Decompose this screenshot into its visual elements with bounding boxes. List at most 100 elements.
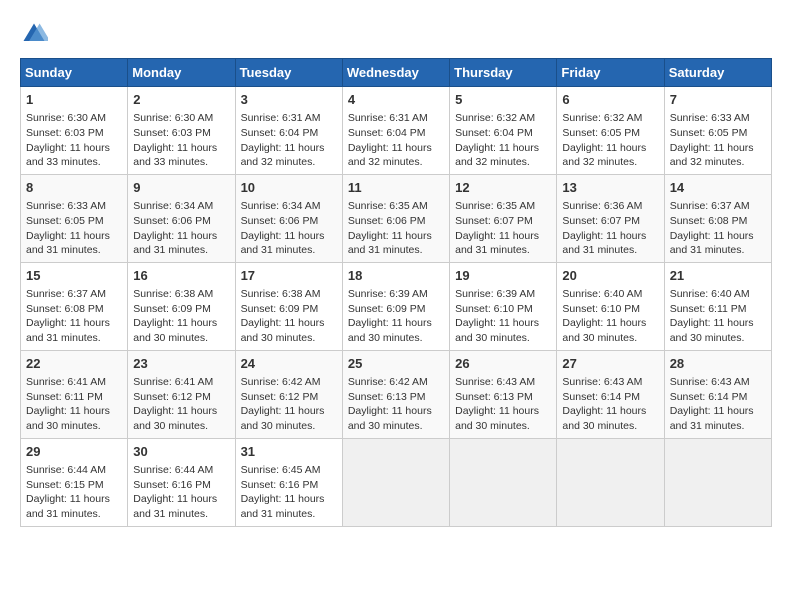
- day-info: Sunset: 6:16 PM: [241, 478, 337, 493]
- day-number: 14: [670, 179, 766, 197]
- day-info: Daylight: 11 hours: [26, 404, 122, 419]
- day-info: Sunrise: 6:33 AM: [26, 199, 122, 214]
- calendar-cell: 10Sunrise: 6:34 AMSunset: 6:06 PMDayligh…: [235, 174, 342, 262]
- day-number: 21: [670, 267, 766, 285]
- day-info: and 31 minutes.: [348, 243, 444, 258]
- day-info: Sunset: 6:04 PM: [348, 126, 444, 141]
- calendar-cell: 28Sunrise: 6:43 AMSunset: 6:14 PMDayligh…: [664, 350, 771, 438]
- day-info: Daylight: 11 hours: [26, 141, 122, 156]
- day-info: Daylight: 11 hours: [348, 229, 444, 244]
- day-info: Daylight: 11 hours: [241, 404, 337, 419]
- calendar-cell: 16Sunrise: 6:38 AMSunset: 6:09 PMDayligh…: [128, 262, 235, 350]
- day-number: 29: [26, 443, 122, 461]
- day-info: Sunrise: 6:32 AM: [455, 111, 551, 126]
- day-number: 30: [133, 443, 229, 461]
- calendar-cell: 21Sunrise: 6:40 AMSunset: 6:11 PMDayligh…: [664, 262, 771, 350]
- day-info: Daylight: 11 hours: [455, 141, 551, 156]
- day-info: and 32 minutes.: [455, 155, 551, 170]
- day-info: Sunrise: 6:41 AM: [133, 375, 229, 390]
- day-info: and 31 minutes.: [455, 243, 551, 258]
- day-info: Daylight: 11 hours: [241, 316, 337, 331]
- calendar-cell: 31Sunrise: 6:45 AMSunset: 6:16 PMDayligh…: [235, 438, 342, 526]
- calendar-cell: 7Sunrise: 6:33 AMSunset: 6:05 PMDaylight…: [664, 87, 771, 175]
- day-info: Sunset: 6:12 PM: [133, 390, 229, 405]
- day-info: and 31 minutes.: [670, 419, 766, 434]
- day-info: Sunrise: 6:36 AM: [562, 199, 658, 214]
- day-info: Daylight: 11 hours: [241, 141, 337, 156]
- day-number: 12: [455, 179, 551, 197]
- day-info: Sunset: 6:06 PM: [348, 214, 444, 229]
- day-info: Sunset: 6:07 PM: [455, 214, 551, 229]
- day-info: and 31 minutes.: [241, 243, 337, 258]
- day-info: Sunrise: 6:30 AM: [26, 111, 122, 126]
- calendar-cell: 27Sunrise: 6:43 AMSunset: 6:14 PMDayligh…: [557, 350, 664, 438]
- day-info: Sunset: 6:06 PM: [241, 214, 337, 229]
- day-number: 7: [670, 91, 766, 109]
- day-info: Daylight: 11 hours: [133, 229, 229, 244]
- day-info: and 33 minutes.: [133, 155, 229, 170]
- day-info: and 30 minutes.: [348, 331, 444, 346]
- calendar-cell: 3Sunrise: 6:31 AMSunset: 6:04 PMDaylight…: [235, 87, 342, 175]
- day-info: and 33 minutes.: [26, 155, 122, 170]
- weekday-header-tuesday: Tuesday: [235, 59, 342, 87]
- day-info: Sunset: 6:10 PM: [562, 302, 658, 317]
- day-info: and 31 minutes.: [670, 243, 766, 258]
- day-number: 31: [241, 443, 337, 461]
- day-info: Sunrise: 6:45 AM: [241, 463, 337, 478]
- day-info: Sunset: 6:04 PM: [455, 126, 551, 141]
- calendar-cell: 12Sunrise: 6:35 AMSunset: 6:07 PMDayligh…: [450, 174, 557, 262]
- day-info: and 30 minutes.: [26, 419, 122, 434]
- calendar-cell: 2Sunrise: 6:30 AMSunset: 6:03 PMDaylight…: [128, 87, 235, 175]
- day-info: Sunset: 6:08 PM: [670, 214, 766, 229]
- day-info: Sunset: 6:07 PM: [562, 214, 658, 229]
- day-info: Daylight: 11 hours: [133, 141, 229, 156]
- day-info: and 32 minutes.: [670, 155, 766, 170]
- day-number: 6: [562, 91, 658, 109]
- day-info: Sunrise: 6:39 AM: [455, 287, 551, 302]
- day-info: Sunset: 6:13 PM: [455, 390, 551, 405]
- day-info: Sunrise: 6:39 AM: [348, 287, 444, 302]
- day-info: and 31 minutes.: [26, 331, 122, 346]
- day-info: Daylight: 11 hours: [455, 229, 551, 244]
- day-info: Daylight: 11 hours: [562, 316, 658, 331]
- day-info: Daylight: 11 hours: [670, 141, 766, 156]
- day-info: and 31 minutes.: [241, 507, 337, 522]
- day-info: and 32 minutes.: [241, 155, 337, 170]
- day-info: Daylight: 11 hours: [133, 492, 229, 507]
- day-info: Sunset: 6:09 PM: [348, 302, 444, 317]
- day-info: Sunset: 6:05 PM: [670, 126, 766, 141]
- day-info: Daylight: 11 hours: [562, 404, 658, 419]
- day-number: 22: [26, 355, 122, 373]
- calendar-cell: 25Sunrise: 6:42 AMSunset: 6:13 PMDayligh…: [342, 350, 449, 438]
- day-info: Sunset: 6:09 PM: [133, 302, 229, 317]
- day-info: and 30 minutes.: [455, 331, 551, 346]
- day-number: 11: [348, 179, 444, 197]
- day-number: 13: [562, 179, 658, 197]
- calendar-cell: 11Sunrise: 6:35 AMSunset: 6:06 PMDayligh…: [342, 174, 449, 262]
- day-number: 18: [348, 267, 444, 285]
- day-info: Sunset: 6:15 PM: [26, 478, 122, 493]
- calendar-cell: 20Sunrise: 6:40 AMSunset: 6:10 PMDayligh…: [557, 262, 664, 350]
- day-info: and 30 minutes.: [670, 331, 766, 346]
- day-info: Sunset: 6:11 PM: [670, 302, 766, 317]
- calendar-cell: 9Sunrise: 6:34 AMSunset: 6:06 PMDaylight…: [128, 174, 235, 262]
- day-info: and 30 minutes.: [133, 419, 229, 434]
- day-info: Sunrise: 6:43 AM: [670, 375, 766, 390]
- day-info: Sunrise: 6:30 AM: [133, 111, 229, 126]
- day-info: Sunrise: 6:43 AM: [562, 375, 658, 390]
- day-info: Daylight: 11 hours: [133, 404, 229, 419]
- day-info: Sunrise: 6:44 AM: [133, 463, 229, 478]
- day-info: Daylight: 11 hours: [348, 141, 444, 156]
- day-info: Sunset: 6:09 PM: [241, 302, 337, 317]
- day-info: Sunset: 6:08 PM: [26, 302, 122, 317]
- day-info: Sunset: 6:14 PM: [562, 390, 658, 405]
- day-info: Sunrise: 6:34 AM: [133, 199, 229, 214]
- calendar-cell: 19Sunrise: 6:39 AMSunset: 6:10 PMDayligh…: [450, 262, 557, 350]
- day-info: Sunrise: 6:34 AM: [241, 199, 337, 214]
- day-info: Sunrise: 6:40 AM: [670, 287, 766, 302]
- day-info: Daylight: 11 hours: [348, 316, 444, 331]
- weekday-header-sunday: Sunday: [21, 59, 128, 87]
- weekday-header-wednesday: Wednesday: [342, 59, 449, 87]
- day-info: Sunrise: 6:42 AM: [348, 375, 444, 390]
- day-number: 26: [455, 355, 551, 373]
